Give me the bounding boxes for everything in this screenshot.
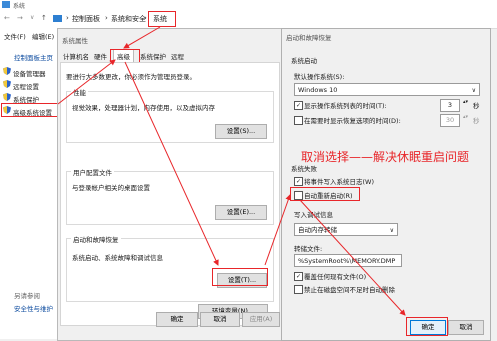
arrow-to-recovery-ok bbox=[299, 199, 406, 316]
annotation-arrows bbox=[57, 26, 406, 316]
arrow-to-auto-restart bbox=[264, 194, 292, 266]
arrow-to-advanced-tab bbox=[123, 26, 161, 49]
arrow-from-advanced-settings bbox=[57, 59, 116, 105]
arrow-to-settings-t bbox=[124, 61, 219, 266]
